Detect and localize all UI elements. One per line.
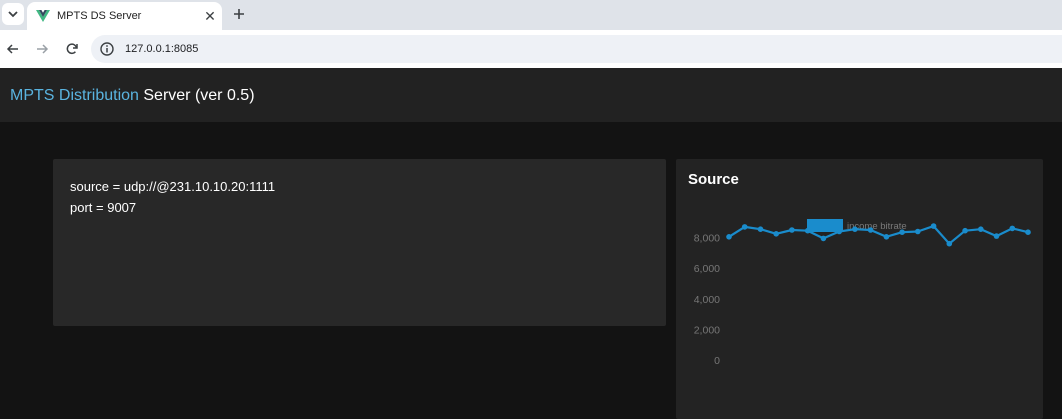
- data-point: [867, 227, 874, 233]
- data-point: [1009, 225, 1016, 232]
- y-tick-label: 6,000: [694, 263, 720, 275]
- brand-rest: Server (ver 0.5): [143, 87, 255, 104]
- arrow-left-icon: [6, 44, 18, 54]
- browser-tabstrip: MPTS DS Server ✕: [0, 0, 1062, 30]
- data-point: [1025, 229, 1031, 235]
- y-tick-label: 8,000: [694, 233, 720, 245]
- back-button[interactable]: [3, 39, 23, 59]
- data-point: [757, 226, 764, 232]
- data-point: [836, 228, 842, 235]
- address-bar[interactable]: 127.0.0.1:8085: [91, 35, 1062, 63]
- tab-close-icon[interactable]: ✕: [201, 7, 219, 25]
- source-line: source = udp://@231.10.10.20:1111: [70, 179, 276, 194]
- app-navbar: MPTS Distribution Server (ver 0.5): [0, 68, 1062, 122]
- arrow-right-icon: [37, 44, 49, 54]
- url-text: 127.0.0.1:8085: [125, 43, 199, 55]
- source-chart-panel: Source income bitrate 8,000 6,000 4,000 2,00…: [676, 159, 1043, 419]
- chevron-down-icon: [8, 11, 18, 18]
- brand-accent: MPTS Distribution: [10, 87, 139, 104]
- info-icon[interactable]: [100, 42, 114, 56]
- plus-icon: [234, 9, 244, 19]
- port-line: port = 9007: [70, 200, 137, 215]
- data-point: [883, 234, 890, 240]
- tab-title: MPTS DS Server: [57, 10, 142, 22]
- y-tick-label: 0: [714, 355, 720, 367]
- browser-toolbar: 127.0.0.1:8085: [0, 30, 1062, 68]
- tab-search-button[interactable]: [2, 3, 24, 25]
- source-info-panel: source = udp://@231.10.10.20:1111 port =…: [53, 159, 666, 326]
- data-point: [789, 227, 795, 233]
- data-point: [993, 233, 1000, 239]
- y-tick-label: 4,000: [694, 294, 720, 306]
- data-point: [899, 229, 905, 235]
- reload-button[interactable]: [62, 39, 82, 59]
- y-tick-label: 2,000: [694, 324, 720, 336]
- data-point: [741, 224, 748, 230]
- reload-icon: [66, 43, 78, 55]
- data-point: [915, 228, 921, 235]
- new-tab-button[interactable]: [229, 4, 249, 24]
- vue-logo-icon: [36, 10, 50, 22]
- data-point: [726, 234, 732, 240]
- data-point: [946, 240, 953, 247]
- data-point: [978, 226, 984, 232]
- income-bitrate-chart: income bitrate8,0006,0004,0002,0000: [694, 219, 1031, 367]
- data-point: [852, 226, 858, 232]
- data-point: [773, 231, 779, 237]
- data-point: [962, 227, 968, 234]
- app-brand[interactable]: MPTS Distribution Server (ver 0.5): [10, 87, 255, 105]
- browser-tab[interactable]: MPTS DS Server ✕: [27, 2, 222, 30]
- data-point: [804, 227, 811, 234]
- data-point: [820, 235, 827, 242]
- data-point: [930, 223, 937, 229]
- forward-button[interactable]: [32, 39, 52, 59]
